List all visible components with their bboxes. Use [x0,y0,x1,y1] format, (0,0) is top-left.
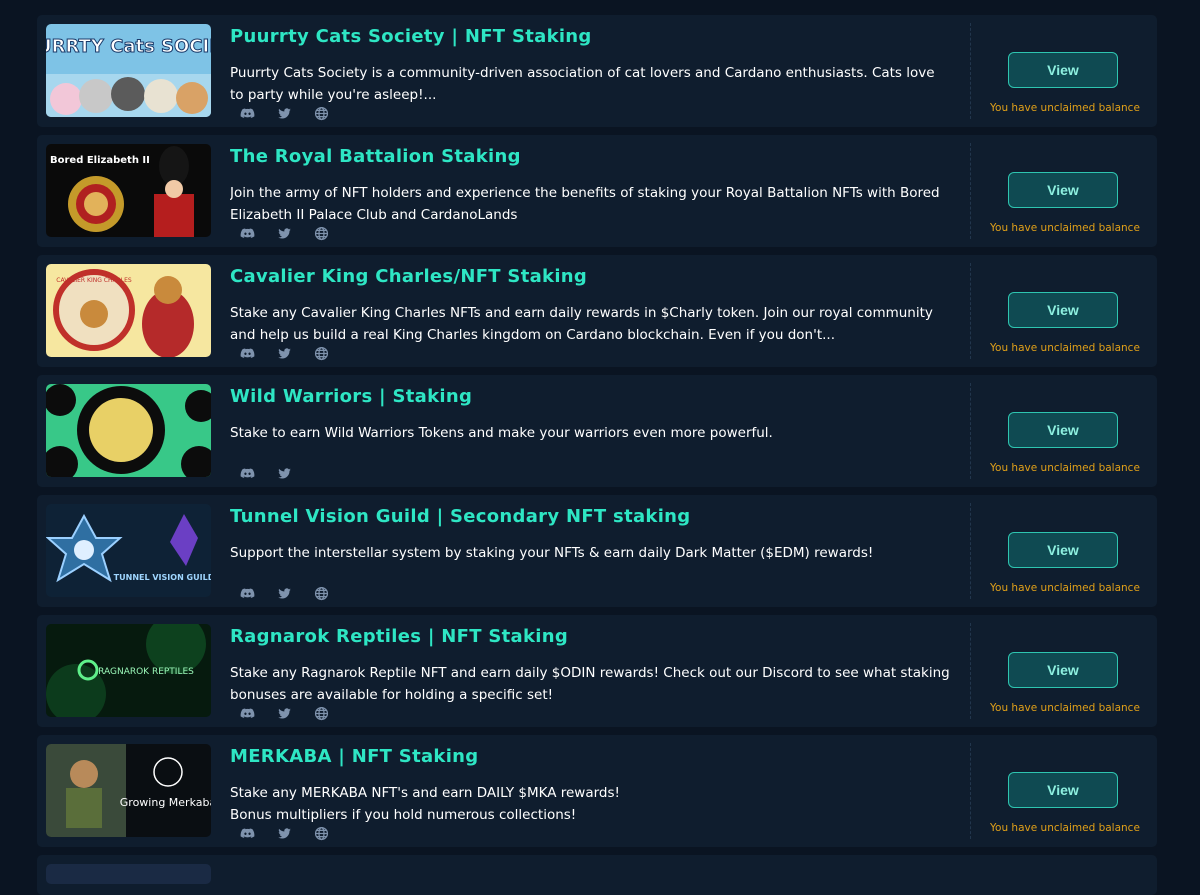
discord-icon[interactable] [240,106,255,122]
project-card: CAVALIER KING CHARLES Cavalier King Char… [37,255,1157,367]
divider [970,743,971,839]
social-links [240,586,329,602]
project-thumbnail[interactable]: Growing Merkaba [46,744,211,837]
project-card: TUNNEL VISION GUILD Tunnel Vision Guild … [37,495,1157,607]
project-thumbnail[interactable] [46,384,211,477]
globe-icon[interactable] [314,346,329,362]
project-description: Support the interstellar system by staki… [230,545,874,561]
project-title[interactable]: The Royal Battalion Staking [230,146,521,167]
project-description: Stake any MERKABA NFT's and earn DAILY $… [230,785,620,823]
social-links [240,226,329,242]
globe-icon[interactable] [314,706,329,722]
twitter-icon[interactable] [277,346,292,362]
view-button[interactable]: View [1008,292,1118,328]
staking-project-list: PUURRTY Cats SOCIETY Puurrty Cats Societ… [37,15,1157,855]
unclaimed-balance-notice: You have unclaimed balance [990,822,1140,834]
project-thumbnail[interactable]: RAGNAROK REPTILES [46,624,211,717]
divider [970,263,971,359]
discord-icon[interactable] [240,586,255,602]
project-title[interactable]: Ragnarok Reptiles | NFT Staking [230,626,568,647]
twitter-icon[interactable] [277,706,292,722]
project-thumbnail[interactable]: PUURRTY Cats SOCIETY [46,24,211,117]
view-button[interactable]: View [1008,52,1118,88]
discord-icon[interactable] [240,826,255,842]
divider [970,143,971,239]
discord-icon[interactable] [240,706,255,722]
divider [970,383,971,479]
unclaimed-balance-notice: You have unclaimed balance [990,102,1140,114]
project-description: Stake any Cavalier King Charles NFTs and… [230,305,933,343]
twitter-icon[interactable] [277,106,292,122]
discord-icon[interactable] [240,466,255,482]
social-links [240,346,329,362]
twitter-icon[interactable] [277,586,292,602]
divider [970,503,971,599]
twitter-icon[interactable] [277,826,292,842]
project-card: PUURRTY Cats SOCIETY Puurrty Cats Societ… [37,15,1157,127]
view-button[interactable]: View [1008,412,1118,448]
globe-icon[interactable] [314,586,329,602]
unclaimed-balance-notice: You have unclaimed balance [990,582,1140,594]
discord-icon[interactable] [240,346,255,362]
project-description: Join the army of NFT holders and experie… [230,185,940,223]
view-button[interactable]: View [1008,532,1118,568]
project-card: Growing Merkaba MERKABA | NFT Staking St… [37,735,1157,847]
project-thumbnail[interactable]: Bored Elizabeth II [46,144,211,237]
social-links [240,826,329,842]
project-card: RAGNAROK REPTILES Ragnarok Reptiles | NF… [37,615,1157,727]
divider [970,23,971,119]
thumb-text: TUNNEL VISION GUILD [114,573,211,582]
project-title[interactable]: Cavalier King Charles/NFT Staking [230,266,587,287]
project-card: Bored Elizabeth II The Royal Battalion S… [37,135,1157,247]
twitter-icon[interactable] [277,466,292,482]
thumb-text: Growing Merkaba [120,796,211,809]
thumb-text: CAVALIER KING CHARLES [56,277,132,284]
thumb-text: Bored Elizabeth II [50,155,150,166]
unclaimed-balance-notice: You have unclaimed balance [990,702,1140,714]
project-thumbnail [46,864,211,884]
project-title[interactable]: Puurrty Cats Society | NFT Staking [230,26,592,47]
project-description: Stake any Ragnarok Reptile NFT and earn … [230,665,950,703]
project-card-partial [37,855,1157,895]
divider [970,623,971,719]
unclaimed-balance-notice: You have unclaimed balance [990,222,1140,234]
project-title[interactable]: Wild Warriors | Staking [230,386,472,407]
project-thumbnail[interactable]: TUNNEL VISION GUILD [46,504,211,597]
project-description: Puurrty Cats Society is a community-driv… [230,65,935,103]
unclaimed-balance-notice: You have unclaimed balance [990,342,1140,354]
social-links [240,466,292,482]
project-title[interactable]: Tunnel Vision Guild | Secondary NFT stak… [230,506,690,527]
project-thumbnail[interactable]: CAVALIER KING CHARLES [46,264,211,357]
project-card: Wild Warriors | Staking Stake to earn Wi… [37,375,1157,487]
project-description: Stake to earn Wild Warriors Tokens and m… [230,425,773,441]
globe-icon[interactable] [314,826,329,842]
unclaimed-balance-notice: You have unclaimed balance [990,462,1140,474]
view-button[interactable]: View [1008,772,1118,808]
view-button[interactable]: View [1008,172,1118,208]
social-links [240,106,329,122]
discord-icon[interactable] [240,226,255,242]
globe-icon[interactable] [314,106,329,122]
thumb-text: PUURRTY Cats SOCIETY [46,36,211,57]
globe-icon[interactable] [314,226,329,242]
twitter-icon[interactable] [277,226,292,242]
thumb-text: RAGNAROK REPTILES [98,667,194,677]
view-button[interactable]: View [1008,652,1118,688]
social-links [240,706,329,722]
project-title[interactable]: MERKABA | NFT Staking [230,746,478,767]
